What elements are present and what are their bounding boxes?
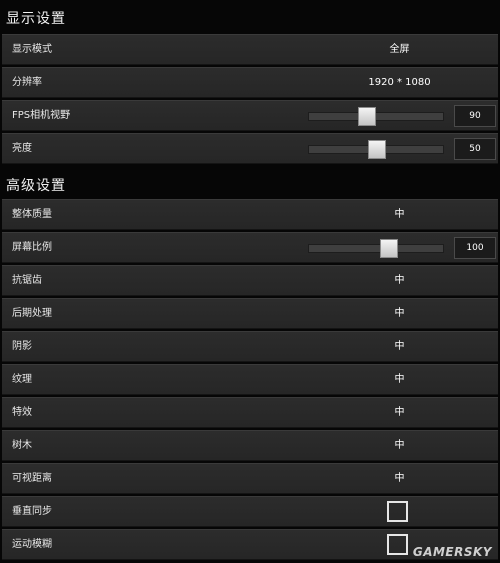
gamersky-watermark: GAMERSKY	[412, 545, 492, 559]
display-mode-label: 显示模式	[12, 44, 52, 55]
fov-row: FPS相机视野 90	[2, 100, 498, 131]
fov-value-box[interactable]: 90	[454, 105, 496, 127]
anti-aliasing-value[interactable]: 中	[302, 266, 497, 296]
motion-blur-label: 运动模糊	[12, 539, 52, 550]
shadows-value[interactable]: 中	[302, 332, 497, 362]
foliage-label: 树木	[12, 440, 32, 451]
textures-row[interactable]: 纹理 中	[2, 364, 498, 395]
textures-value[interactable]: 中	[302, 365, 497, 395]
vsync-checkbox[interactable]	[387, 501, 408, 522]
fov-label: FPS相机视野	[12, 110, 71, 121]
post-processing-label: 后期处理	[12, 308, 52, 319]
advanced-settings-title: 高级设置	[6, 178, 66, 194]
foliage-value[interactable]: 中	[302, 431, 497, 461]
view-distance-label: 可视距离	[12, 473, 52, 484]
brightness-slider-thumb[interactable]	[368, 140, 386, 159]
view-distance-row[interactable]: 可视距离 中	[2, 463, 498, 494]
effects-value[interactable]: 中	[302, 398, 497, 428]
brightness-label: 亮度	[12, 143, 32, 154]
brightness-row: 亮度 50	[2, 133, 498, 164]
overall-quality-label: 整体质量	[12, 209, 52, 220]
vsync-row: 垂直同步	[2, 496, 498, 527]
fov-slider-track[interactable]	[308, 107, 444, 126]
resolution-value[interactable]: 1920 * 1080	[302, 68, 497, 98]
fov-slider-thumb[interactable]	[358, 107, 376, 126]
anti-aliasing-row[interactable]: 抗锯齿 中	[2, 265, 498, 296]
display-mode-value[interactable]: 全屏	[302, 35, 497, 65]
resolution-row[interactable]: 分辨率 1920 * 1080	[2, 67, 498, 98]
effects-row[interactable]: 特效 中	[2, 397, 498, 428]
shadows-row[interactable]: 阴影 中	[2, 331, 498, 362]
effects-label: 特效	[12, 407, 32, 418]
post-processing-value[interactable]: 中	[302, 299, 497, 329]
resolution-label: 分辨率	[12, 77, 42, 88]
screen-scale-label: 屏幕比例	[12, 242, 52, 253]
motion-blur-checkbox[interactable]	[387, 534, 408, 555]
anti-aliasing-label: 抗锯齿	[12, 275, 42, 286]
view-distance-value[interactable]: 中	[302, 464, 497, 494]
display-mode-row[interactable]: 显示模式 全屏	[2, 34, 498, 65]
vsync-label: 垂直同步	[12, 506, 52, 517]
brightness-slider-track[interactable]	[308, 140, 444, 159]
shadows-label: 阴影	[12, 341, 32, 352]
overall-quality-value[interactable]: 中	[302, 200, 497, 230]
post-processing-row[interactable]: 后期处理 中	[2, 298, 498, 329]
overall-quality-row[interactable]: 整体质量 中	[2, 199, 498, 230]
screen-scale-slider-thumb[interactable]	[380, 239, 398, 258]
textures-label: 纹理	[12, 374, 32, 385]
brightness-value-box[interactable]: 50	[454, 138, 496, 160]
screen-scale-value-box[interactable]: 100	[454, 237, 496, 259]
screen-scale-slider-track[interactable]	[308, 239, 444, 258]
foliage-row[interactable]: 树木 中	[2, 430, 498, 461]
display-settings-title: 显示设置	[6, 11, 66, 27]
screen-scale-row: 屏幕比例 100	[2, 232, 498, 263]
